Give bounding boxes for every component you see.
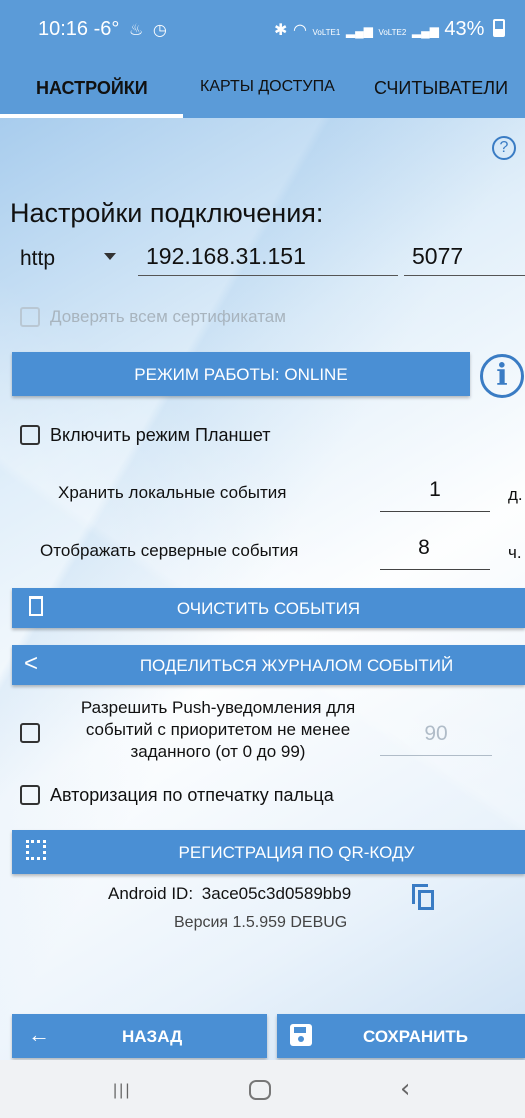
recents-icon[interactable]: ||| <box>113 1082 131 1100</box>
clear-events-label: ОЧИСТИТЬ СОБЫТИЯ <box>176 599 361 618</box>
battery-percent: 43% <box>444 18 485 40</box>
tab-readers[interactable]: СЧИТЫВАТЕЛИ <box>374 78 508 99</box>
copy-icon[interactable] <box>412 884 436 910</box>
android-id-value: 3ace05c3d0589bb9 <box>201 884 352 903</box>
push-label-line2: событий с приоритетом не менее <box>85 720 351 739</box>
trust-certs-label: Доверять всем сертификатам <box>50 307 286 326</box>
home-icon[interactable] <box>249 1080 271 1100</box>
info-icon[interactable]: i <box>480 354 524 398</box>
chevron-down-icon[interactable] <box>104 253 116 260</box>
clock: 10:16 -6° ♨ ◷ <box>38 18 167 41</box>
arrow-left-icon: ← <box>28 1022 50 1047</box>
clear-events-button[interactable]: ОЧИСТИТЬ СОБЫТИЯ <box>12 588 525 628</box>
bluetooth-icon: ✱ <box>273 22 288 39</box>
status-bar: 10:16 -6° ♨ ◷ ✱ ◠ VoLTE1 ▂▄▆ VoLTE2 ▂▄▆ … <box>0 0 525 58</box>
timer-icon: ◷ <box>152 22 167 39</box>
android-id-label: Android ID: <box>108 884 194 903</box>
signal-icon: ▂▄▆ <box>411 24 439 38</box>
local-events-unit: д. <box>508 485 523 504</box>
lte1-label: VoLTE1 <box>312 28 341 37</box>
tablet-mode-label: Включить режим Планшет <box>50 425 271 445</box>
connection-heading: Настройки подключения: <box>10 198 324 228</box>
server-events-label: Отображать серверные события <box>40 541 299 560</box>
push-checkbox[interactable] <box>20 723 40 743</box>
tablet-mode-checkbox[interactable] <box>20 425 40 445</box>
fire-icon: ♨ <box>128 22 144 39</box>
qr-register-label: РЕГИСТРАЦИЯ ПО QR-КОДУ <box>178 843 415 862</box>
wifi-icon: ◠ <box>292 22 307 39</box>
time-text: 10:16 -6° <box>38 18 120 40</box>
tab-bar: НАСТРОЙКИ КАРТЫ ДОСТУПА СЧИТЫВАТЕЛИ <box>0 58 525 118</box>
back-nav-icon[interactable]: ‹ <box>400 1074 410 1104</box>
lte2-label: VoLTE2 <box>378 28 407 37</box>
mode-button-label: РЕЖИМ РАБОТЫ: ONLINE <box>134 365 348 384</box>
mode-button[interactable]: РЕЖИМ РАБОТЫ: ONLINE <box>12 352 470 396</box>
android-id-row: Android ID: 3ace05c3d0589bb9 <box>108 884 351 904</box>
share-log-label: ПОДЕЛИТЬСЯ ЖУРНАЛОМ СОБЫТИЙ <box>139 656 454 675</box>
protocol-select[interactable]: http <box>20 247 55 271</box>
version-text: Версия 1.5.959 DEBUG <box>174 914 348 931</box>
save-button[interactable]: СОХРАНИТЬ <box>277 1014 525 1058</box>
fingerprint-label: Авторизация по отпечатку пальца <box>50 785 334 805</box>
save-button-label: СОХРАНИТЬ <box>363 1027 468 1046</box>
server-events-value[interactable]: 8 <box>380 536 468 560</box>
system-nav-bar: ||| ‹ <box>0 1060 525 1118</box>
port-value[interactable]: 5077 <box>412 243 463 270</box>
push-label-line3: заданного (от 0 до 99) <box>130 742 306 761</box>
battery-icon <box>493 19 505 37</box>
server-events-unit: ч. <box>508 543 522 562</box>
trust-certs-checkbox[interactable] <box>20 307 40 327</box>
tab-settings[interactable]: НАСТРОЙКИ <box>36 78 148 99</box>
ip-value[interactable]: 192.168.31.151 <box>146 243 306 270</box>
back-button-label: НАЗАД <box>122 1027 183 1046</box>
share-icon: < <box>24 650 39 677</box>
push-label: Разрешить Push-уведомления для событий с… <box>48 697 388 763</box>
fingerprint-checkbox[interactable] <box>20 785 40 805</box>
local-events-value[interactable]: 1 <box>380 478 490 502</box>
push-label-line1: Разрешить Push-уведомления для <box>80 698 356 717</box>
push-priority-value[interactable]: 90 <box>380 722 492 746</box>
help-icon[interactable]: ? <box>492 136 516 160</box>
tab-access-cards[interactable]: КАРТЫ ДОСТУПА <box>200 78 335 96</box>
signal-icon: ▂▄▆ <box>345 24 373 38</box>
share-log-button[interactable]: < ПОДЕЛИТЬСЯ ЖУРНАЛОМ СОБЫТИЙ <box>12 645 525 685</box>
local-events-label: Хранить локальные события <box>58 483 287 502</box>
qr-register-button[interactable]: РЕГИСТРАЦИЯ ПО QR-КОДУ <box>12 830 525 874</box>
back-button[interactable]: ← НАЗАД <box>12 1014 267 1058</box>
floppy-disk-icon <box>290 1024 312 1046</box>
status-icons: ✱ ◠ VoLTE1 ▂▄▆ VoLTE2 ▂▄▆ 43% <box>274 18 505 41</box>
